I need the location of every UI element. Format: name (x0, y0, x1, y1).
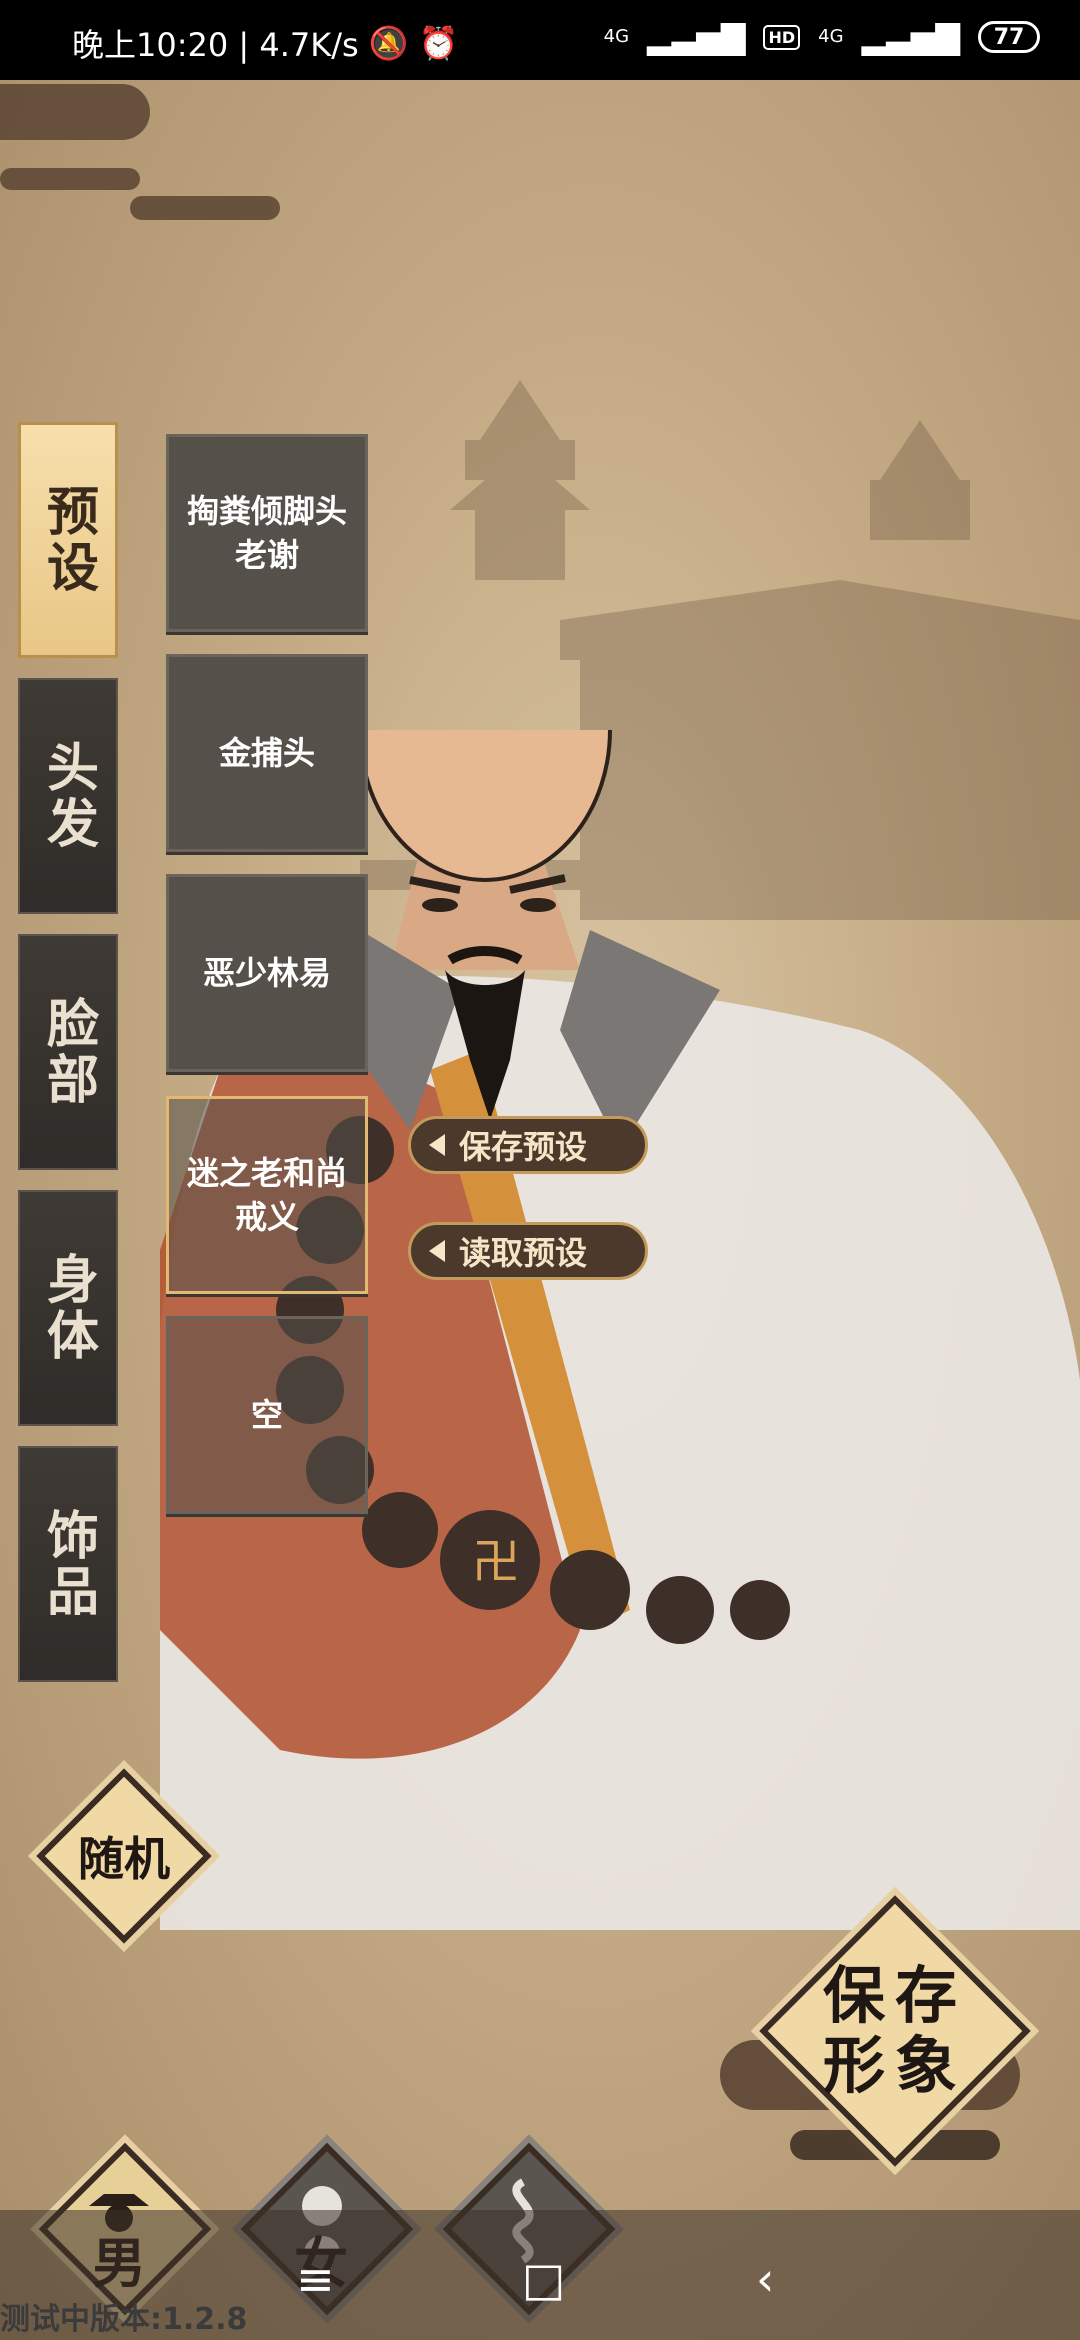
back-icon[interactable]: ‹ (756, 2252, 774, 2306)
load-preset-label: 读取预设 (459, 1234, 588, 1272)
tab-label: 身体 (37, 1252, 99, 1364)
alarm-clock-icon: ⏰ (418, 24, 459, 62)
cloud-decoration (130, 196, 280, 220)
preset-item-empty[interactable]: 空 (166, 1316, 368, 1514)
home-icon[interactable]: □ (522, 2252, 565, 2306)
preset-label: 迷之老和尚戒义 (186, 1154, 347, 1236)
battery-indicator: 77 (978, 21, 1040, 53)
tab-label: 脸部 (37, 996, 99, 1108)
preset-item[interactable]: 金捕头 (166, 654, 368, 852)
menu-icon[interactable]: ≡ (296, 2252, 335, 2306)
tab-label: 头发 (37, 740, 99, 852)
network-4g-label: 4G (603, 26, 630, 47)
signal-icon: ▂▃▅▇ (647, 18, 746, 56)
tab-label: 饰品 (37, 1508, 99, 1620)
cloud-decoration (0, 84, 150, 140)
load-preset-button[interactable]: 读取预设 (408, 1222, 648, 1280)
preset-label: 掏粪倾脚头老谢 (186, 492, 347, 574)
tab-label: 预设 (37, 484, 99, 596)
svg-text:卍: 卍 (472, 1534, 520, 1590)
tab-preset[interactable]: 预设 (18, 422, 118, 658)
triangle-left-icon (429, 1240, 445, 1262)
tab-face[interactable]: 脸部 (18, 934, 118, 1170)
status-bar: 晚上10:20 | 4.7K/s 🔕 ⏰ 4G ▂▃▅▇ HD 4G ▂▃▅▇ … (0, 0, 1080, 80)
save-preset-button[interactable]: 保存预设 (408, 1116, 648, 1174)
tab-accessories[interactable]: 饰品 (18, 1446, 118, 1682)
save-look-button[interactable]: 保存形象 (759, 1895, 1031, 2167)
tab-hair[interactable]: 头发 (18, 678, 118, 914)
preset-item[interactable]: 恶少林易 (166, 874, 368, 1072)
preset-label: 空 (250, 1396, 283, 1434)
bell-off-icon: 🔕 (368, 24, 409, 62)
signal-icon: ▂▃▅▇ (861, 18, 960, 56)
cloud-decoration (0, 168, 140, 190)
preset-label: 金捕头 (218, 734, 315, 772)
time-and-speed: 晚上10:20 | 4.7K/s (72, 26, 359, 64)
random-button[interactable]: 随机 (36, 1768, 212, 1944)
save-preset-label: 保存预设 (459, 1128, 588, 1166)
preset-label: 恶少林易 (202, 954, 331, 992)
preset-item-selected[interactable]: 迷之老和尚戒义 (166, 1096, 368, 1294)
tab-body[interactable]: 身体 (18, 1190, 118, 1426)
network-4g-label: 4G (818, 26, 844, 47)
version-label: 测试中版本:1.2.8 (0, 2302, 248, 2337)
preset-item[interactable]: 掏粪倾脚头老谢 (166, 434, 368, 632)
triangle-left-icon (429, 1134, 445, 1156)
save-look-label: 保存形象 (822, 1959, 967, 2102)
random-label: 随机 (78, 1832, 170, 1886)
hd-badge: HD (763, 24, 801, 50)
